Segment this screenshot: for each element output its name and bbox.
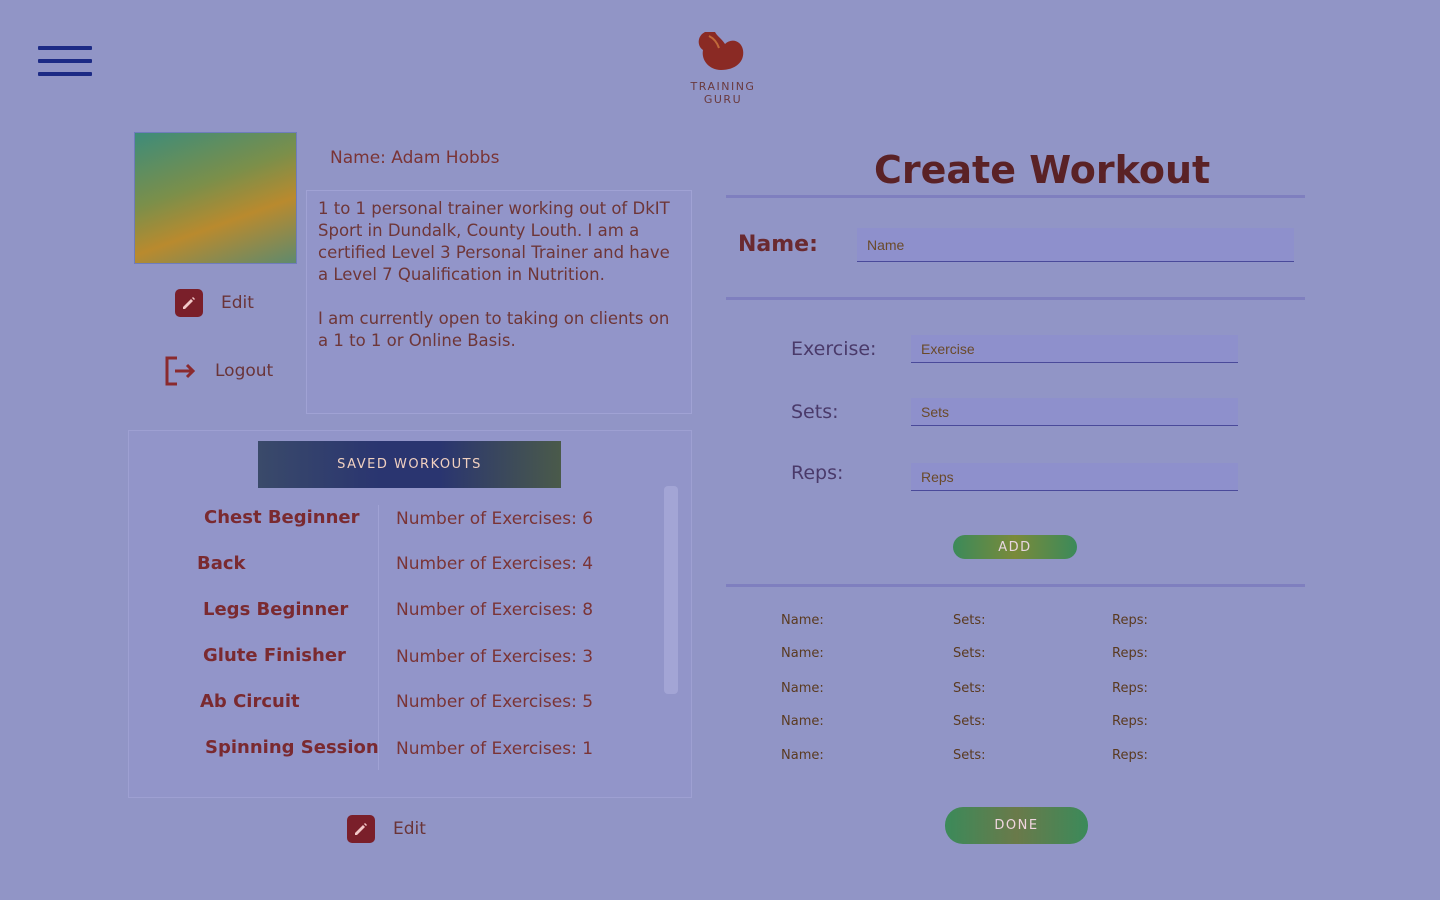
menu-bar — [38, 72, 92, 76]
workout-name[interactable]: Legs Beginner — [203, 599, 348, 620]
bio-paragraph: I am currently open to taking on clients… — [318, 309, 670, 350]
edit-workouts-button[interactable]: Edit — [347, 815, 426, 843]
profile-photo — [134, 132, 297, 264]
saved-workouts-button[interactable]: SAVED WORKOUTS — [258, 441, 561, 488]
workout-name-label: Name: — [738, 232, 818, 257]
row-name-label: Name: — [781, 714, 824, 729]
row-sets-label: Sets: — [953, 681, 986, 696]
row-sets-label: Sets: — [953, 714, 986, 729]
row-reps-label: Reps: — [1112, 613, 1148, 628]
workout-name[interactable]: Back — [197, 553, 246, 574]
exercise-input[interactable] — [911, 335, 1238, 363]
workout-name[interactable]: Chest Beginner — [204, 507, 360, 528]
done-button[interactable]: DONE — [945, 807, 1088, 844]
row-sets-label: Sets: — [953, 748, 986, 763]
row-reps-label: Reps: — [1112, 714, 1148, 729]
row-name-label: Name: — [781, 748, 824, 763]
exercise-label: Exercise: — [791, 338, 877, 360]
bio-text: 1 to 1 personal trainer working out of D… — [318, 198, 678, 374]
workout-exercise-count: Number of Exercises: 6 — [396, 509, 594, 529]
workout-exercise-count: Number of Exercises: 8 — [396, 600, 594, 620]
reps-input[interactable] — [911, 463, 1238, 491]
row-reps-label: Reps: — [1112, 646, 1148, 661]
workout-name[interactable]: Glute Finisher — [203, 645, 346, 666]
row-name-label: Name: — [781, 646, 824, 661]
menu-bar — [38, 59, 92, 63]
sets-label: Sets: — [791, 401, 839, 423]
workout-exercise-count: Number of Exercises: 5 — [396, 692, 594, 712]
profile-name: Name: Adam Hobbs — [330, 148, 499, 168]
edit-label: Edit — [221, 293, 254, 313]
edit-profile-button[interactable]: Edit — [175, 289, 254, 317]
workout-exercise-count: Number of Exercises: 1 — [396, 739, 594, 759]
add-exercise-button[interactable]: ADD — [953, 535, 1077, 559]
sets-input[interactable] — [911, 398, 1238, 426]
row-reps-label: Reps: — [1112, 681, 1148, 696]
reps-label: Reps: — [791, 462, 844, 484]
divider — [726, 297, 1305, 300]
row-name-label: Name: — [781, 613, 824, 628]
flexed-arm-icon — [698, 32, 744, 70]
menu-bar — [38, 46, 92, 50]
divider — [726, 195, 1305, 198]
row-sets-label: Sets: — [953, 613, 986, 628]
logo[interactable]: TRAINING GURU — [670, 26, 776, 106]
scrollbar[interactable] — [664, 486, 678, 694]
bio-paragraph: 1 to 1 personal trainer working out of D… — [318, 199, 670, 284]
logout-button[interactable]: Logout — [163, 355, 273, 387]
page-title: Create Workout — [874, 148, 1211, 192]
pencil-icon — [347, 815, 375, 843]
workout-exercise-count: Number of Exercises: 4 — [396, 554, 594, 574]
workout-name-input[interactable] — [857, 228, 1294, 262]
profile-name-value: Adam Hobbs — [391, 148, 500, 168]
pencil-icon — [175, 289, 203, 317]
row-reps-label: Reps: — [1112, 748, 1148, 763]
workout-name[interactable]: Ab Circuit — [200, 691, 300, 712]
logout-label: Logout — [215, 361, 274, 381]
divider — [726, 584, 1305, 587]
menu-icon[interactable] — [38, 46, 92, 84]
logout-icon — [165, 356, 196, 386]
row-name-label: Name: — [781, 681, 824, 696]
profile-name-label: Name: — [330, 148, 386, 168]
workout-name[interactable]: Spinning Session — [205, 737, 379, 758]
edit-label: Edit — [393, 819, 426, 839]
list-divider — [378, 505, 379, 770]
workout-exercise-count: Number of Exercises: 3 — [396, 647, 594, 667]
row-sets-label: Sets: — [953, 646, 986, 661]
brand-name: TRAINING GURU — [690, 80, 756, 106]
